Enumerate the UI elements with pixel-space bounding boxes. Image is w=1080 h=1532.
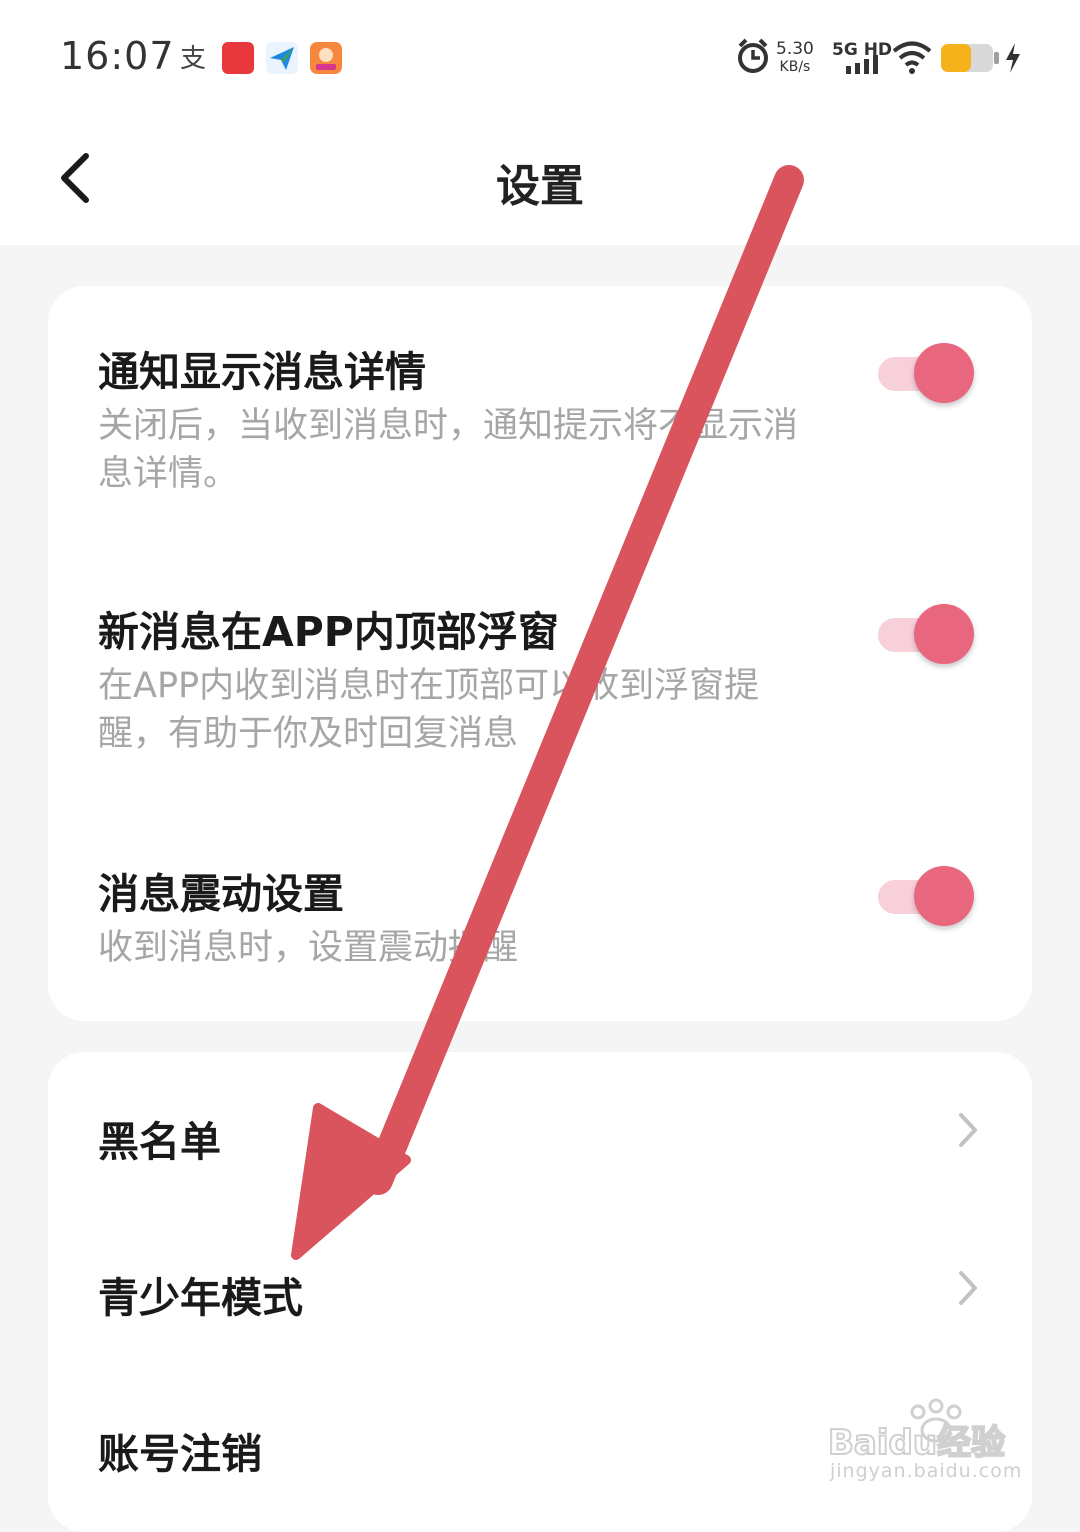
nav-item-teen-mode[interactable]: 青少年模式 [48, 1212, 1032, 1362]
wifi-icon [892, 41, 932, 74]
svg-text:支: 支 [180, 44, 206, 74]
setting-title: 通知显示消息详情 [98, 348, 426, 396]
charging-icon [1006, 43, 1020, 73]
watermark-brand: Baidu经验 [828, 1423, 1005, 1463]
watermark-url: jingyan.baidu.com [830, 1460, 1023, 1482]
in-app-banner-toggle[interactable] [878, 602, 974, 666]
setting-description: 收到消息时，设置震动提醒 [98, 928, 519, 968]
setting-title: 消息震动设置 [98, 870, 344, 918]
notification-settings-card: 通知显示消息详情 关闭后，当收到消息时，通知提示将不显示消息详情。 新消息在AP… [48, 286, 1032, 1021]
net-speed: 5.30 KB/s [776, 40, 814, 76]
page-header: 设置 [0, 110, 1080, 245]
nav-item-label: 黑名单 [98, 1118, 221, 1166]
nav-item-label: 账号注销 [98, 1430, 262, 1478]
vibration-toggle[interactable] [878, 864, 974, 928]
nav-item-label: 青少年模式 [98, 1274, 303, 1322]
battery-icon [941, 44, 999, 72]
notification-details-toggle[interactable] [878, 341, 974, 405]
status-bar: 16:07 支 5.30 KB/s 5G HD [0, 0, 1080, 110]
chevron-right-icon [959, 1113, 977, 1147]
status-time: 16:07 [60, 34, 175, 78]
news-app-icon [222, 42, 254, 74]
page-title: 设置 [496, 161, 584, 212]
plane-app-icon [266, 42, 298, 74]
nav-item-blacklist[interactable]: 黑名单 [48, 1056, 1032, 1206]
net-speed-value: 5.30 [776, 39, 814, 59]
chevron-right-icon [959, 1271, 977, 1305]
net-speed-unit: KB/s [779, 59, 811, 75]
setting-title: 新消息在APP内顶部浮窗 [98, 608, 559, 656]
alipay-icon: 支 [180, 44, 206, 74]
photo-app-icon [310, 42, 342, 74]
setting-description: 关闭后，当收到消息时，通知提示将不显示消息详情。 [98, 406, 799, 494]
setting-description: 在APP内收到消息时在顶部可以收到浮窗提醒，有助于你及时回复消息 [98, 666, 760, 754]
alarm-icon [738, 38, 768, 73]
signal-icon [846, 55, 878, 74]
